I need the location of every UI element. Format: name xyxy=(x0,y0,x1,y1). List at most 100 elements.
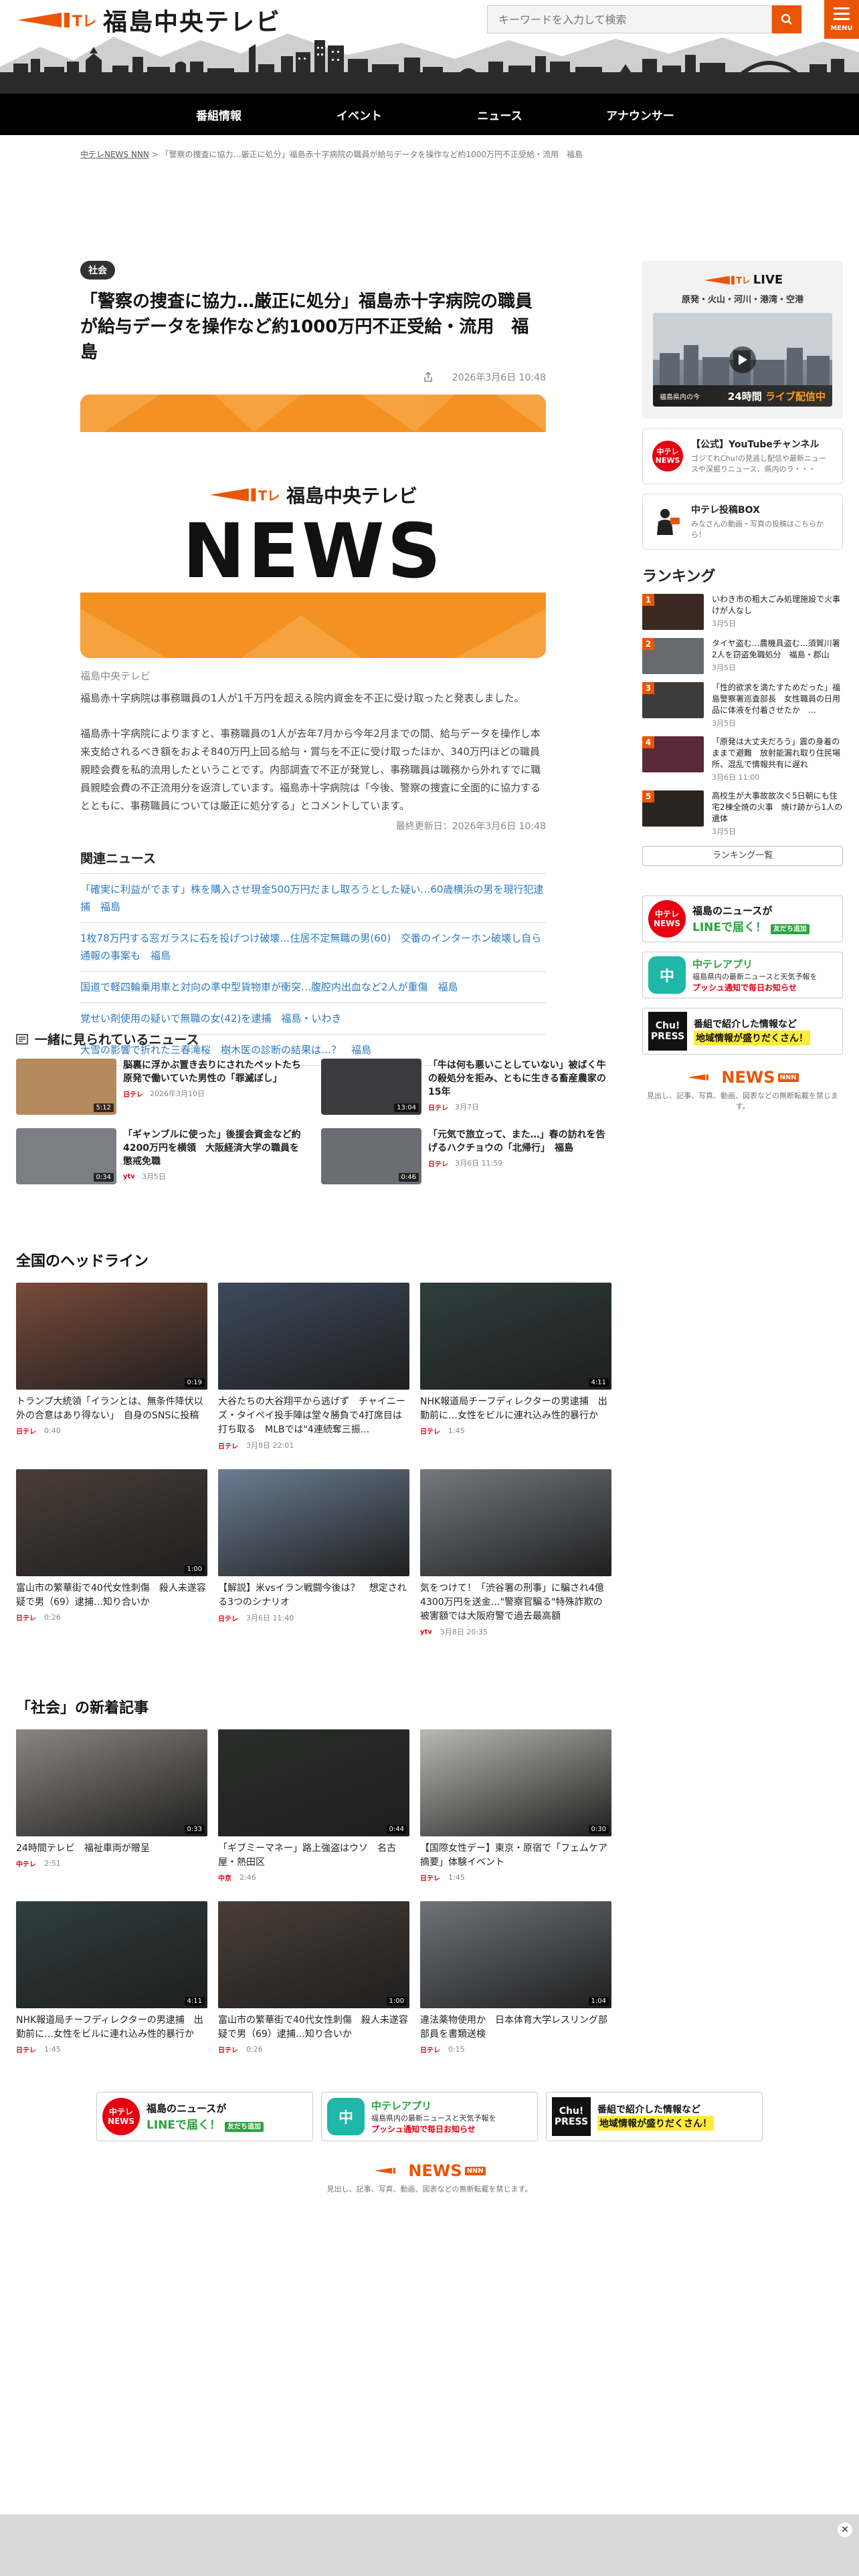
news-meta: ytv 3月8日 20:35 xyxy=(420,1626,611,1637)
nav-item-programs[interactable]: 番組情報 xyxy=(149,106,289,123)
video-duration: 0:46 xyxy=(398,1173,419,1182)
site-name: 福島中央テレビ xyxy=(103,9,282,36)
together-item[interactable]: 0:46 「元気で旅立って、また…」春の訪れを告げるハクチョウの「北帰行」 福島日… xyxy=(321,1128,613,1184)
footer-news-nnn: NEWS NNN 見出し、記事、写真、動画、図表などの無断転載を禁じます。 xyxy=(0,2161,859,2195)
search-button[interactable] xyxy=(772,5,801,33)
source-logo: ytv xyxy=(123,1172,135,1180)
menu-button[interactable]: MENU xyxy=(824,0,859,39)
live-box[interactable]: Tレ LIVE 原発・火山・河川・港湾・空港 福島県内の今 24時間 ライブ配信… xyxy=(642,261,843,419)
source-logo: 日テレ xyxy=(428,1160,448,1168)
related-link[interactable]: 「確実に利益がでます」株を購入させ現金500万円だまし取ろうとした疑い…60歳横… xyxy=(80,873,546,922)
news-time: 0:40 xyxy=(44,1426,61,1435)
nav-item-announcers[interactable]: アナウンサー xyxy=(570,106,710,123)
news-card[interactable]: 0:44 「ギブミーマネー」路上強盗はウソ 名古屋・熱田区 中京 2:46 xyxy=(218,1729,409,1883)
together-title: 脳裏に浮かぶ置き去りにされたペットたち 原発で働いていた男性の「罪滅ぼし」 xyxy=(123,1060,310,1084)
news-meta: 中テレ 2:51 xyxy=(16,1858,207,1868)
news-card[interactable]: 0:19 トランプ大統領「イランとは、無条件降伏以外の合意はあり得ない」 自身のS… xyxy=(16,1283,207,1451)
news-card[interactable]: 気をつけて！「渋谷署の刑事」に騙され4億4300万円を送金…"警察官騙る"特殊詐… xyxy=(420,1469,611,1637)
ranking-list: 1 いわき市の粗大ごみ処理施設で火事 けが人なし 3月5日 2 タイヤ盗む…農機具盗む…… xyxy=(642,594,849,837)
together-item[interactable]: 0:34 「ギャンブルに使った」後援会資金など約4200万円を横領 大阪経済大学の… xyxy=(16,1128,308,1184)
ranking-number: 5 xyxy=(642,790,654,802)
news-time: 3月8日 20:35 xyxy=(440,1628,488,1636)
ranking-date: 3月5日 xyxy=(712,719,736,728)
news-meta: 日テレ 3月6日 11:40 xyxy=(218,1612,409,1623)
ranking-date: 3月5日 xyxy=(712,619,736,628)
close-icon[interactable]: ✕ xyxy=(838,2523,852,2537)
ranking-item[interactable]: 2 タイヤ盗む…農機具盗む…須賀川署2人を窃盗免職処分 福島・郡山 3月5日 xyxy=(642,638,843,674)
share-icon[interactable] xyxy=(423,372,434,383)
svg-text:Tレ: Tレ xyxy=(72,13,95,30)
ranking-item[interactable]: 4 「原発は大丈夫だろう」震の身着のままで避難 放射能漏れ取り住民場所、混乱で情報… xyxy=(642,736,843,782)
news-thumbnail: 0:19 xyxy=(16,1283,207,1390)
site-logo[interactable]: Tレ 福島中央テレビ xyxy=(15,5,282,36)
hamburger-icon xyxy=(834,7,850,9)
ranking-heading: ランキング xyxy=(642,568,716,585)
together-thumbnail: 5:12 xyxy=(16,1059,116,1115)
source-logo: 日テレ xyxy=(420,2047,440,2054)
breadcrumb-separator: > xyxy=(151,150,159,159)
news-meta: 日テレ 0:26 xyxy=(16,1612,207,1622)
news-card[interactable]: 1:00 富山市の繁華街で40代女性刺傷 殺人未遂容疑で男（69）逮捕…知り合いか… xyxy=(218,1901,409,2054)
chu-press-banner[interactable]: Chu! PRESS 番組で紹介した情報など 地域情報が盛りだくさん！ xyxy=(546,2092,763,2141)
breadcrumb: 中テレNEWS NNN > 「警察の捜査に協力…厳正に処分」福島赤十字病院の職員… xyxy=(80,148,583,160)
breadcrumb-home-link[interactable]: 中テレNEWS NNN xyxy=(80,150,149,159)
app-promo-banner[interactable]: 中 中テレアプリ 福島県内の最新ニュースと天気予報を プッシュ通知で毎日お知らせ xyxy=(321,2092,538,2141)
news-card[interactable]: 0:33 24時間テレビ 福祉車両が贈呈 中テレ 2:51 xyxy=(16,1729,207,1883)
together-title: 「牛は何も悪いことしていない」被ばく牛の殺処分を拒み、ともに生きる畜産農家の15… xyxy=(428,1060,606,1097)
hero-news-text: NEWS xyxy=(182,508,444,595)
ranking-item[interactable]: 5 高校生が大事故故次ぐ5日朝にも住宅2棟全焼の火事 焼け跡から1人の遺体 3月5日 xyxy=(642,790,843,837)
news-title: 富山市の繁華街で40代女性刺傷 殺人未遂容疑で男（69）逮捕…知り合いか xyxy=(16,1583,206,1608)
play-icon[interactable] xyxy=(729,346,756,373)
together-heading: 一緒に見られているニュース xyxy=(16,1030,611,1048)
news-thumbnail: 0:44 xyxy=(218,1729,409,1836)
nav-item-news[interactable]: ニュース xyxy=(430,106,570,123)
line-promo-banner[interactable]: 中テレ NEWS 福島のニュースが LINEで届く！ 友だち追加 xyxy=(642,895,843,942)
together-thumbnail: 0:46 xyxy=(321,1128,421,1184)
news-card[interactable]: 【解説】米vsイラン戦闘今後は？ 想定される3つのシナリオ 日テレ 3月6日 11:… xyxy=(218,1469,409,1637)
news-card[interactable]: 0:30 【国際女性デー】東京・原宿で「フェムケア摘要」体験イベント 日テレ 1:45 xyxy=(420,1729,611,1883)
ranking-more-button[interactable]: ランキング一覧 xyxy=(642,846,843,866)
together-item[interactable]: 5:12 脳裏に浮かぶ置き去りにされたペットたち 原発で働いていた男性の「罪滅ぼし… xyxy=(16,1059,310,1115)
ranking-item[interactable]: 1 いわき市の粗大ごみ処理施設で火事 けが人なし 3月5日 xyxy=(642,594,849,630)
ranking-title: いわき市の粗大ごみ処理施設で火事 けが人なし xyxy=(712,595,849,615)
ranking-item[interactable]: 3 「性的欲求を満たすためだった」福島警察署巡査部長 女性職員の日用品に体液を付着… xyxy=(642,682,843,728)
chuterebi-logo-icon: Tレ xyxy=(209,488,280,504)
news-card[interactable]: 4:11 NHK報道局チーフディレクターの男逮捕 出勤前に…女性をビルに連れ込み性… xyxy=(420,1283,611,1451)
chu-press-banner[interactable]: Chu! PRESS 番組で紹介した情報など 地域情報が盛りだくさん！ xyxy=(642,1008,843,1055)
related-link[interactable]: 覚せい剤使用の疑いで無職の女(42)を逮捕 福島・いわき xyxy=(80,1002,546,1034)
news-time: 0:15 xyxy=(448,2045,465,2054)
chuterebi-logo-icon xyxy=(687,1074,709,1081)
nav-item-events[interactable]: イベント xyxy=(289,106,430,123)
news-time: 3月8日 22:01 xyxy=(246,1441,294,1450)
video-duration: 1:00 xyxy=(386,1997,407,2006)
news-card[interactable]: 1:00 富山市の繁華街で40代女性刺傷 殺人未遂容疑で男（69）逮捕…知り合いか… xyxy=(16,1469,207,1637)
together-item[interactable]: 13:04 「牛は何も悪いことしていない」被ばく牛の殺処分を拒み、ともに生きる畜産… xyxy=(321,1059,613,1115)
post-box-card[interactable]: 中テレ投稿BOX みなさんの動画・写真の投稿はこちらから！ xyxy=(642,494,843,550)
shakai-section: 「社会」の新着記事 0:33 24時間テレビ 福祉車両が贈呈 中テレ 2:51 0:44… xyxy=(16,1696,611,2054)
together-meta: 日テレ 2026年3月10日 xyxy=(123,1088,308,1099)
video-duration: 4:11 xyxy=(184,1997,205,2006)
source-logo: 中京 xyxy=(218,1875,231,1883)
news-title: 大谷たちの大谷翔平から逃げず チャイニーズ・タイペイ投手陣は堂々勝負で4打席目は… xyxy=(218,1396,405,1435)
news-thumbnail: 1:00 xyxy=(16,1469,207,1576)
chuterebi-logo-icon xyxy=(374,2167,396,2174)
line-promo-banner[interactable]: 中テレ NEWS 福島のニュースが LINEで届く！ 友だち追加 xyxy=(96,2092,313,2141)
video-duration: 4:11 xyxy=(588,1378,609,1387)
news-card[interactable]: 4:11 NHK報道局チーフディレクターの男逮捕 出勤前に…女性をビルに連れ込み性… xyxy=(16,1901,207,2054)
category-tag[interactable]: 社会 xyxy=(80,261,115,280)
live-logo: Tレ LIVE xyxy=(653,273,832,287)
together-title: 「元気で旅立って、また…」春の訪れを告げるハクチョウの「北帰行」 福島 xyxy=(428,1130,605,1154)
app-promo-banner[interactable]: 中 中テレアプリ 福島県内の最新ニュースと天気予報を プッシュ通知で毎日お知らせ xyxy=(642,952,843,998)
chutere-news-icon: 中テレ NEWS xyxy=(102,2098,140,2135)
hero-logo: Tレ 福島中央テレビ xyxy=(206,481,417,508)
article: 社会 「警察の捜査に協力…厳正に処分」福島赤十字病院の職員が給与データを操作など… xyxy=(80,261,546,1066)
related-link[interactable]: 1枚78万円する窓ガラスに石を投げつけ破壊…住居不定無職の男(60) 交番のイン… xyxy=(80,922,546,971)
source-logo: ytv xyxy=(420,1628,432,1636)
youtube-channel-card[interactable]: 中テレ NEWS 【公式】YouTubeチャンネル ゴジてれChu!の見逃し配信… xyxy=(642,428,843,484)
news-card[interactable]: 1:04 違法薬物使用か 日本体育大学レスリング部部員を書類送検 日テレ 0:15 xyxy=(420,1901,611,2054)
global-nav: 番組情報 イベント ニュース アナウンサー xyxy=(0,94,859,135)
search-input[interactable] xyxy=(487,5,772,33)
related-link[interactable]: 国道で軽四輪乗用車と対向の準中型貨物車が衝突…腹腔内出血など2人が重傷 福島 xyxy=(80,971,546,1002)
news-card[interactable]: 大谷たちの大谷翔平から逃げず チャイニーズ・タイペイ投手陣は堂々勝負で4打席目は… xyxy=(218,1283,409,1451)
source-logo: 日テレ xyxy=(428,1104,448,1112)
